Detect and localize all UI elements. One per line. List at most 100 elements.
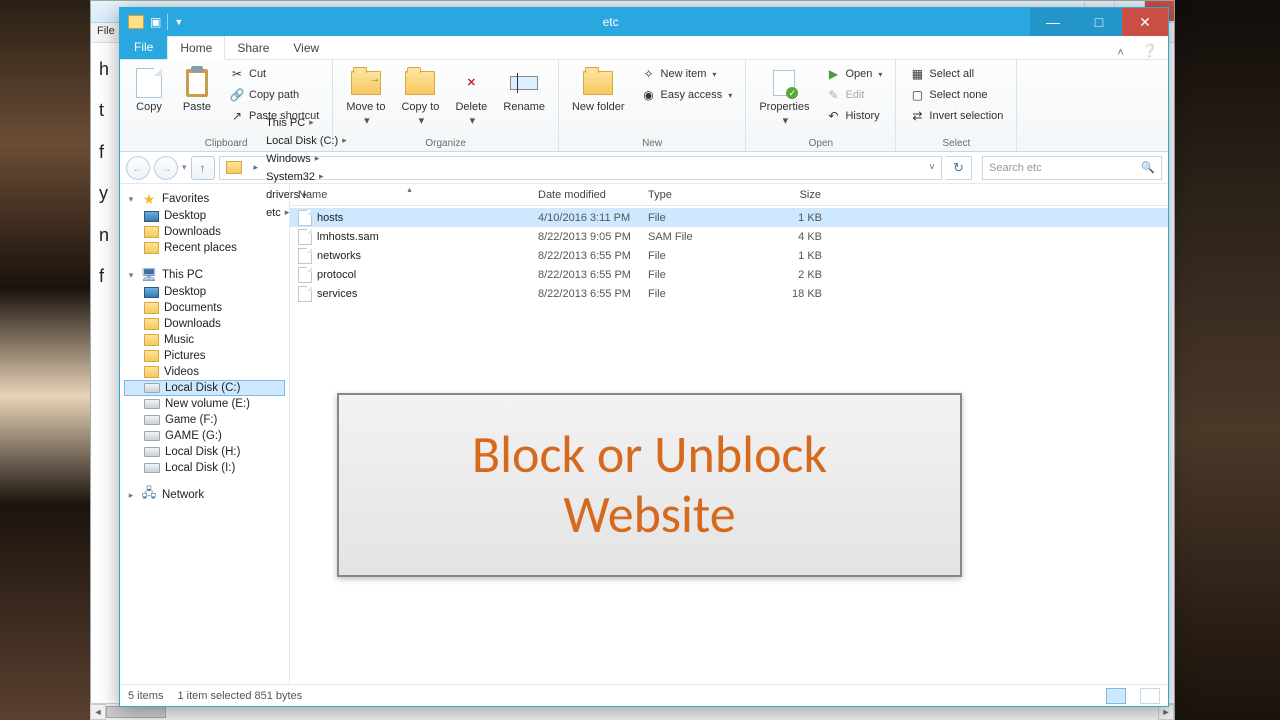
rename-button[interactable]: Rename (498, 64, 550, 116)
col-type[interactable]: Type (640, 186, 750, 204)
nav-icon (144, 415, 160, 425)
easy-access-button[interactable]: ◉Easy access▾ (636, 85, 738, 105)
invert-selection-button[interactable]: ⇄Invert selection (904, 106, 1008, 126)
nav-item[interactable]: Pictures (124, 348, 285, 364)
scroll-thumb[interactable] (106, 706, 166, 718)
address-dropdown-icon[interactable]: ˅ (923, 162, 941, 173)
tab-share[interactable]: Share (225, 37, 281, 59)
open-icon: ▶ (825, 66, 841, 82)
copy-path-button[interactable]: 🔗Copy path (224, 85, 324, 105)
nav-icon (144, 447, 160, 457)
ribbon-group-select: ▦Select all ▢Select none ⇄Invert selecti… (896, 60, 1017, 151)
nav-item[interactable]: Recent places (124, 240, 285, 256)
network-icon: 🖧 (141, 488, 157, 502)
breadcrumb[interactable]: ▸ This PC▸Local Disk (C:)▸Windows▸System… (219, 156, 942, 180)
select-none-button[interactable]: ▢Select none (904, 85, 1008, 105)
file-row[interactable]: hosts 4/10/2016 3:11 PM File 1 KB (290, 208, 1168, 227)
window-title: etc (191, 15, 1030, 29)
nav-item[interactable]: Local Disk (I:) (124, 460, 285, 476)
copy-button[interactable]: Copy (128, 64, 170, 116)
delete-button[interactable]: ✕Delete▾ (450, 64, 492, 130)
refresh-button[interactable]: ↻ (946, 156, 972, 180)
minimize-button[interactable]: — (1030, 8, 1076, 36)
invert-icon: ⇄ (909, 108, 925, 124)
edit-button[interactable]: ✎Edit (820, 85, 887, 105)
file-row[interactable]: services 8/22/2013 6:55 PM File 18 KB (290, 284, 1168, 303)
col-name[interactable]: ▴Name (290, 186, 530, 204)
crumb-1[interactable]: Local Disk (C:)▸ (262, 132, 351, 150)
crumb-0[interactable]: This PC▸ (262, 114, 351, 132)
nav-item[interactable]: Desktop (124, 208, 285, 224)
recent-locations-icon[interactable]: ▾ (182, 162, 187, 173)
nav-icon (144, 302, 159, 314)
file-icon (298, 229, 312, 245)
new-item-button[interactable]: ✧New item▾ (636, 64, 738, 84)
view-large-button[interactable] (1140, 688, 1160, 704)
forward-button[interactable]: → (154, 156, 178, 180)
paste-button[interactable]: Paste (176, 64, 218, 116)
edit-icon: ✎ (825, 87, 841, 103)
qat-dropdown-icon[interactable]: ▼ (174, 17, 183, 27)
col-size[interactable]: Size (750, 186, 830, 204)
nav-icon (144, 431, 160, 441)
tab-home[interactable]: Home (167, 36, 225, 60)
qat-props-icon[interactable]: ▣ (150, 15, 161, 29)
col-date[interactable]: Date modified (530, 186, 640, 204)
ribbon-collapse-icon[interactable]: ˄ (1109, 47, 1131, 59)
tab-view[interactable]: View (281, 37, 331, 59)
banner-line2: Website (563, 485, 735, 545)
access-icon: ◉ (641, 87, 657, 103)
crumb-2[interactable]: Windows▸ (262, 150, 351, 168)
history-button[interactable]: ↶History (820, 106, 887, 126)
star-icon: ★ (141, 192, 157, 206)
nav-network[interactable]: ▸🖧Network (124, 486, 285, 504)
nav-item[interactable]: New volume (E:) (124, 396, 285, 412)
address-bar-row: ← → ▾ ↑ ▸ This PC▸Local Disk (C:)▸Window… (120, 152, 1168, 184)
nav-item[interactable]: Local Disk (H:) (124, 444, 285, 460)
sort-asc-icon: ▴ (407, 185, 411, 194)
status-bar: 5 items 1 item selected 851 bytes (120, 684, 1168, 706)
nav-item[interactable]: Music (124, 332, 285, 348)
overlay-banner: Block or Unblock Website (337, 393, 962, 577)
file-row[interactable]: networks 8/22/2013 6:55 PM File 1 KB (290, 246, 1168, 265)
app-icon (128, 15, 144, 29)
new-folder-button[interactable]: New folder (567, 64, 630, 116)
shortcut-icon: ↗ (229, 108, 245, 124)
scroll-left-icon[interactable]: ◄ (90, 704, 106, 720)
open-button[interactable]: ▶Open▾ (820, 64, 887, 84)
crumb-3[interactable]: System32▸ (262, 168, 351, 186)
nav-item[interactable]: Documents (124, 300, 285, 316)
copy-to-button[interactable]: Copy to▾ (396, 64, 444, 130)
crumb-root[interactable]: ▸ (246, 159, 263, 176)
file-row[interactable]: lmhosts.sam 8/22/2013 9:05 PM SAM File 4… (290, 227, 1168, 246)
select-all-button[interactable]: ▦Select all (904, 64, 1008, 84)
nav-item[interactable]: Desktop (124, 284, 285, 300)
desktop-sliver-right (1175, 0, 1280, 720)
cut-button[interactable]: ✂Cut (224, 64, 324, 84)
properties-button[interactable]: Properties▾ (754, 64, 814, 130)
nav-icon (144, 242, 159, 254)
nav-item[interactable]: Game (F:) (124, 412, 285, 428)
titlebar[interactable]: ▣ ▼ etc — □ ✕ (120, 8, 1168, 36)
nav-item[interactable]: Downloads (124, 224, 285, 240)
search-input[interactable]: Search etc 🔍 (982, 156, 1162, 180)
file-icon (298, 210, 312, 226)
file-row[interactable]: protocol 8/22/2013 6:55 PM File 2 KB (290, 265, 1168, 284)
nav-favorites[interactable]: ▾★Favorites (124, 190, 285, 208)
status-selection: 1 item selected 851 bytes (177, 690, 302, 702)
nav-item[interactable]: Local Disk (C:) (124, 380, 285, 396)
tab-file[interactable]: File (120, 35, 167, 59)
view-details-button[interactable] (1106, 688, 1126, 704)
nav-this-pc[interactable]: ▾🖥This PC (124, 266, 285, 284)
maximize-button[interactable]: □ (1076, 8, 1122, 36)
close-button[interactable]: ✕ (1122, 8, 1168, 36)
search-icon: 🔍 (1141, 161, 1155, 174)
nav-item[interactable]: Downloads (124, 316, 285, 332)
nav-item[interactable]: Videos (124, 364, 285, 380)
back-button[interactable]: ← (126, 156, 150, 180)
nav-item[interactable]: GAME (G:) (124, 428, 285, 444)
navigation-pane[interactable]: ▾★Favorites DesktopDownloadsRecent place… (120, 184, 290, 684)
column-headers: ▴Name Date modified Type Size (290, 184, 1168, 206)
up-button[interactable]: ↑ (191, 156, 215, 180)
help-icon[interactable]: ❔ (1132, 43, 1168, 59)
